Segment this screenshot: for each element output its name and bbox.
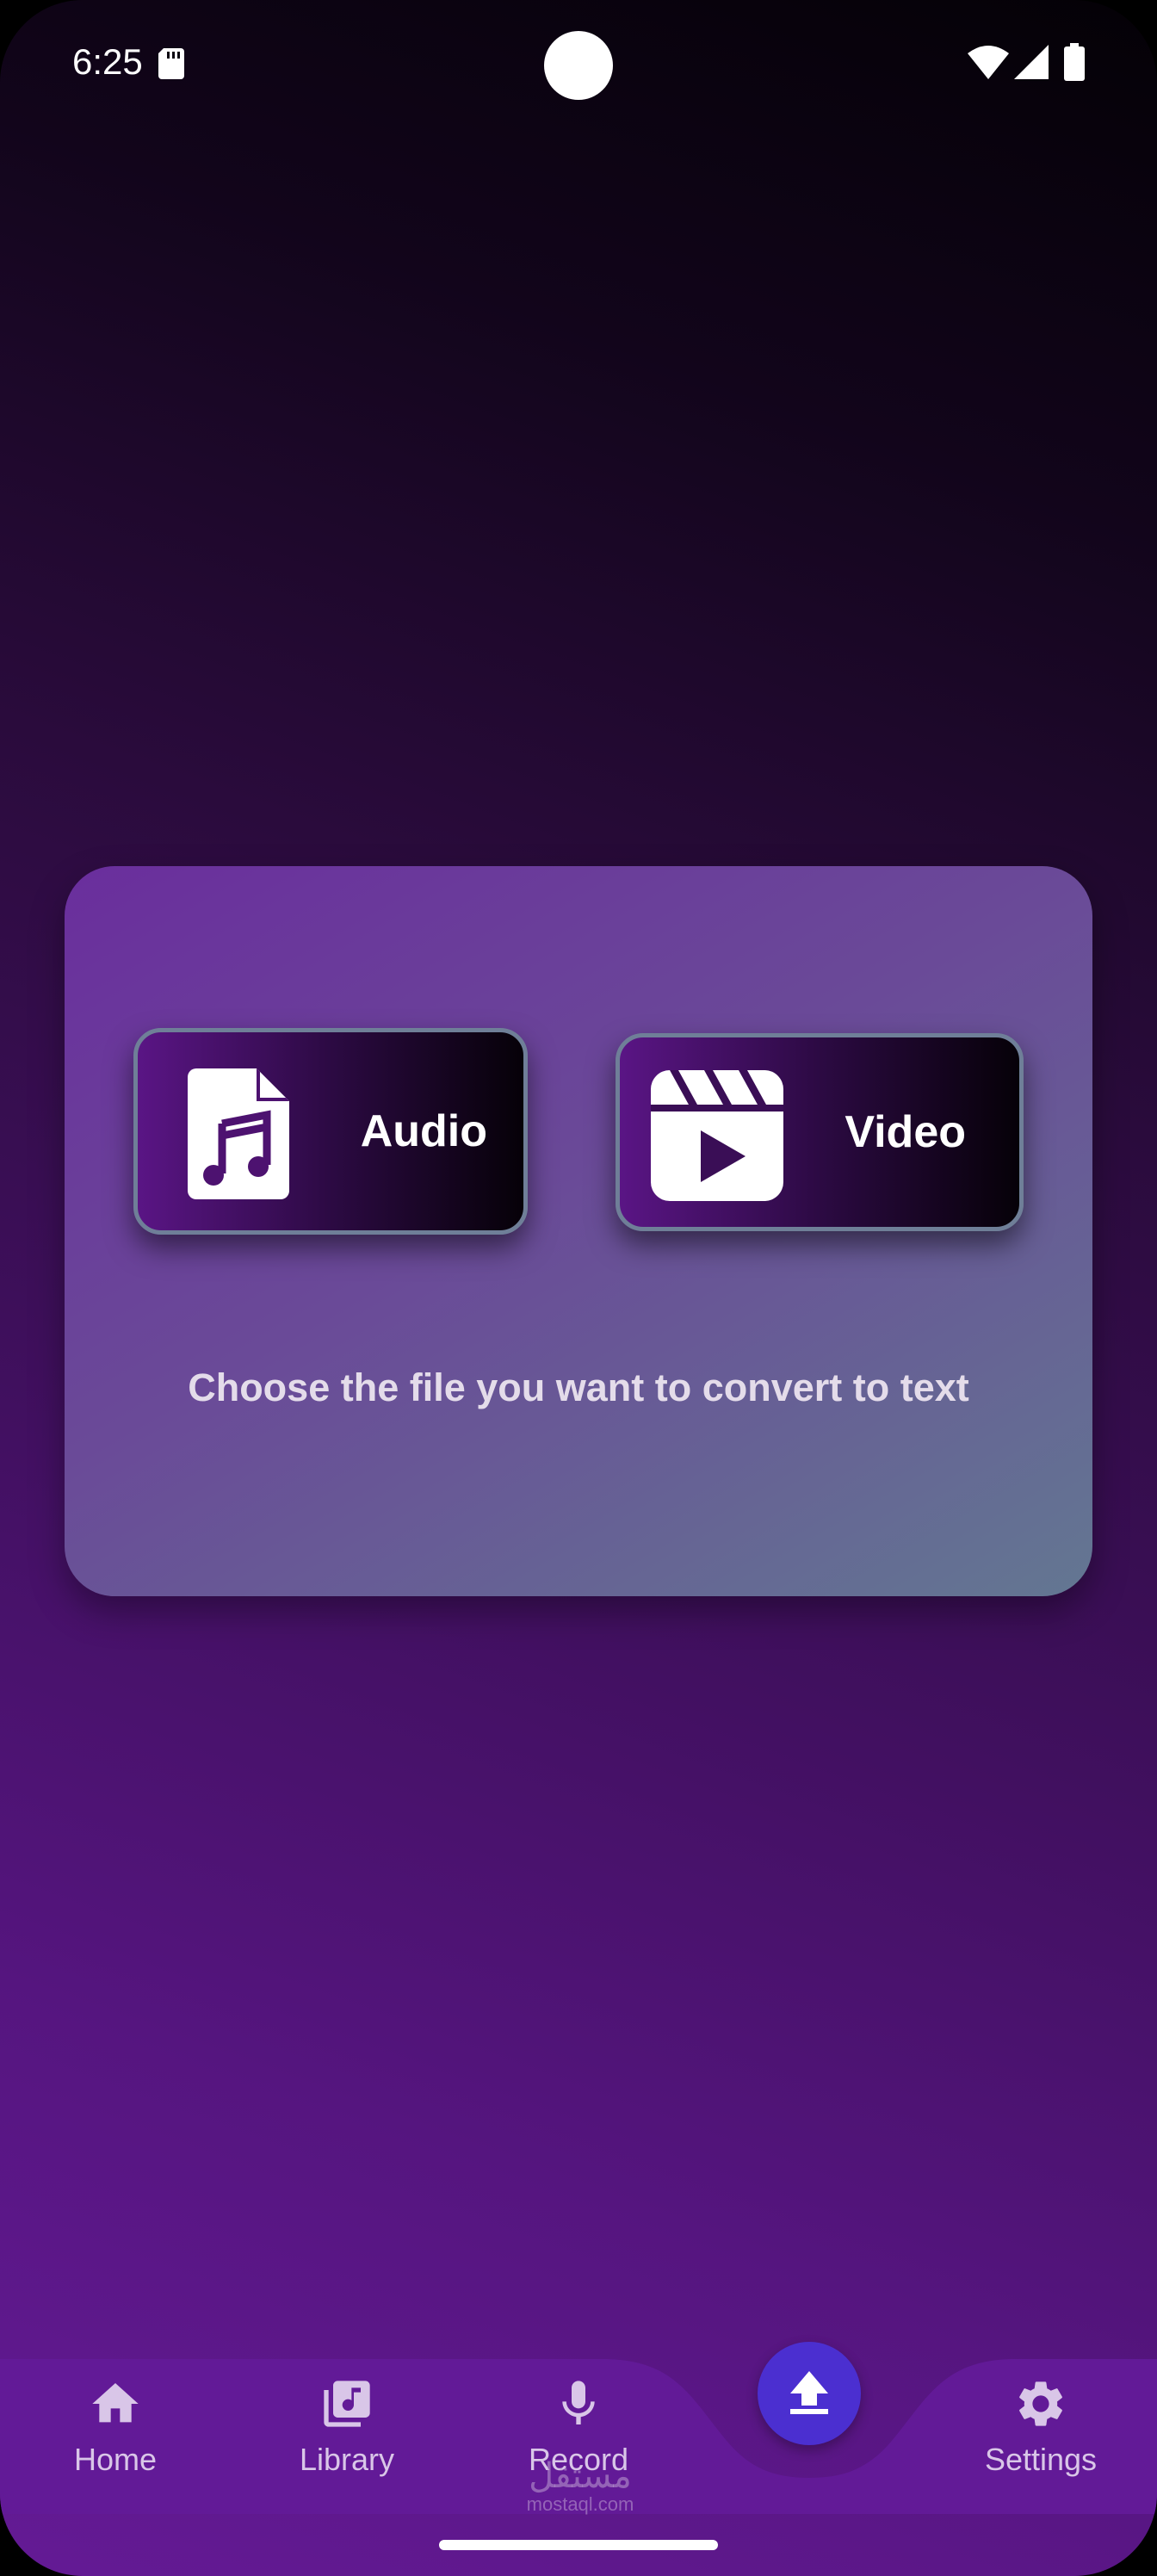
nav-library-label: Library [299,2442,395,2477]
sd-card-icon [158,48,184,79]
home-indicator[interactable] [439,2540,718,2550]
upload-card: Audio Video Choose the file you want to … [65,866,1092,1596]
upload-icon [790,2371,828,2414]
nav-settings-label: Settings [984,2442,1098,2477]
watermark-arabic: مستقل [529,2457,632,2495]
upload-fab-button[interactable] [758,2342,861,2445]
home-icon [92,2383,139,2423]
audio-button-label: Audio [360,1106,487,1156]
nav-home-label: Home [73,2442,158,2477]
audio-button[interactable]: Audio [133,1028,528,1235]
card-caption: Choose the file you want to convert to t… [188,1365,969,1409]
nav-settings[interactable]: Settings [955,2376,1127,2505]
app-screen: 6:25 Audio Video Choose the file you wan… [0,0,1157,2576]
status-bar: 6:25 [0,0,1157,129]
audio-file-icon [188,1068,289,1199]
nav-home[interactable]: Home [29,2376,201,2505]
watermark: مستقل mostaql.com [503,2459,658,2516]
video-clip-icon [651,1070,783,1201]
camera-cutout [544,31,613,100]
video-button[interactable]: Video [616,1033,1024,1231]
nav-library[interactable]: Library [261,2376,433,2505]
microphone-icon [562,2381,595,2424]
library-music-icon [324,2381,370,2427]
wifi-icon [968,46,1009,79]
battery-icon [1064,43,1085,81]
watermark-latin: mostaql.com [526,2493,634,2515]
signal-icon [1014,45,1049,79]
video-button-label: Video [845,1107,966,1157]
gear-icon [1019,2381,1062,2426]
status-time: 6:25 [72,41,143,82]
